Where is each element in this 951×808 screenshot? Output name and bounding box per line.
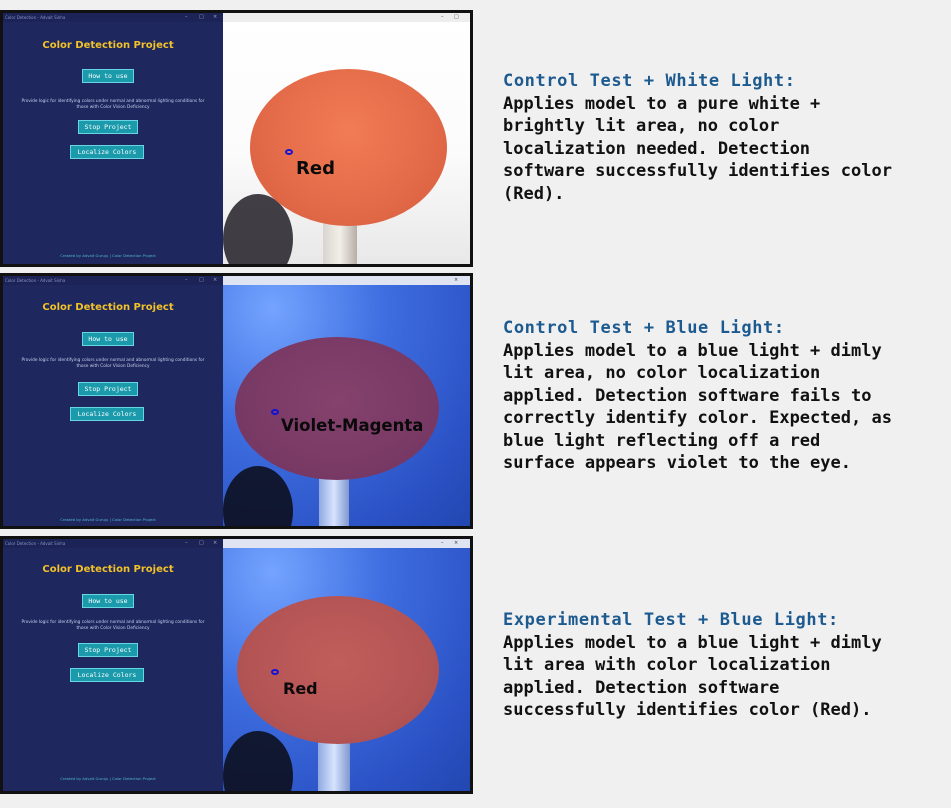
maximize-icon[interactable]: □: [199, 13, 204, 22]
body-line: software successfully identifies color: [503, 161, 892, 181]
description-blue-light-control: Control Test + Blue Light: Applies model…: [503, 317, 943, 475]
camera-feed: Red: [223, 22, 470, 264]
camera-titlebar: ×: [223, 276, 470, 285]
screenshot-blue-light-experimental: Color Detection - Advait Sinha – □ × Col…: [0, 536, 473, 794]
body-line: Applies model to a blue light + dimly: [503, 632, 882, 653]
red-paddle: [235, 337, 439, 480]
screenshot-blue-light-control: Color Detection - Advait Sinha – □ × Col…: [0, 273, 473, 529]
detected-color-label: Violet-Magenta: [281, 416, 424, 435]
app-panel: Color Detection - Advait Sinha – □ × Col…: [3, 539, 223, 791]
camera-feed: Violet-Magenta: [223, 285, 470, 526]
app-titlebar: Color Detection - Advait Sinha – □ ×: [3, 539, 223, 548]
target-marker: [271, 669, 279, 675]
camera-feed: Red: [223, 548, 470, 791]
minimize-icon[interactable]: –: [441, 13, 444, 22]
project-description: Provide logic for identifying colors und…: [21, 99, 205, 110]
description-blue-light-experimental: Experimental Test + Blue Light: Applies …: [503, 609, 943, 722]
close-icon[interactable]: ×: [213, 539, 217, 548]
localize-colors-button[interactable]: Localize Colors: [70, 668, 144, 682]
camera-titlebar: – □: [223, 13, 470, 22]
red-paddle: [250, 69, 447, 226]
body-line: (Red).: [503, 183, 565, 204]
body-line: blue light reflecting off a red: [503, 430, 821, 451]
screenshot-white-light: Color Detection - Advait Sinha – □ × Col…: [0, 10, 473, 267]
project-description: Provide logic for identifying colors und…: [21, 358, 205, 369]
heading-control-white: Control Test + White Light:: [503, 71, 796, 91]
background-shadow: [223, 466, 293, 526]
project-title: Color Detection Project: [42, 302, 174, 313]
minimize-icon[interactable]: –: [185, 276, 188, 285]
localize-colors-button[interactable]: Localize Colors: [70, 407, 144, 421]
body-line: surface appears violet to the eye.: [503, 453, 851, 473]
credit-text: Created by Advait Guruju | Color Detecti…: [60, 517, 156, 522]
maximize-icon[interactable]: □: [199, 539, 204, 548]
body-line: applied. Detection software: [503, 677, 780, 698]
how-to-use-button[interactable]: How to use: [82, 594, 134, 608]
red-paddle: [237, 596, 439, 744]
app-titlebar: Color Detection - Advait Sinha – □ ×: [3, 13, 223, 22]
app-panel: Color Detection - Advait Sinha – □ × Col…: [3, 13, 223, 264]
close-icon[interactable]: ×: [213, 13, 217, 22]
close-icon[interactable]: ×: [454, 276, 458, 285]
window-title: Color Detection - Advait Sinha: [5, 15, 66, 20]
project-description: Provide logic for identifying colors und…: [21, 620, 205, 631]
how-to-use-button[interactable]: How to use: [82, 332, 134, 346]
credit-text: Created by Advait Guruju | Color Detecti…: [60, 253, 156, 258]
stop-project-button[interactable]: Stop Project: [78, 643, 138, 657]
camera-titlebar: – ×: [223, 539, 470, 548]
stop-project-button[interactable]: Stop Project: [78, 382, 138, 396]
app-panel: Color Detection - Advait Sinha – □ × Col…: [3, 276, 223, 526]
body-line: Applies model to a blue light + dimly: [503, 340, 882, 361]
credit-text: Created by Advait Guruju | Color Detecti…: [60, 776, 156, 781]
how-to-use-button[interactable]: How to use: [82, 69, 134, 83]
target-marker: [285, 149, 293, 155]
localize-colors-button[interactable]: Localize Colors: [70, 145, 144, 159]
detected-color-label: Red: [283, 679, 318, 698]
body-line: lit area with color localization: [503, 655, 831, 675]
window-title: Color Detection - Advait Sinha: [5, 278, 66, 283]
window-title: Color Detection - Advait Sinha: [5, 541, 66, 546]
body-line: successfully identifies color (Red).: [503, 700, 872, 720]
background-shadow: [223, 731, 293, 791]
maximize-icon[interactable]: □: [199, 276, 204, 285]
target-marker: [271, 409, 279, 415]
detected-color-label: Red: [296, 158, 335, 179]
close-icon[interactable]: ×: [454, 539, 458, 548]
heading-control-blue: Control Test + Blue Light:: [503, 318, 785, 338]
body-line: lit area, no color localization: [503, 363, 821, 383]
close-icon[interactable]: ×: [213, 276, 217, 285]
minimize-icon[interactable]: –: [185, 13, 188, 22]
description-white-light: Control Test + White Light: Applies mode…: [503, 70, 943, 205]
body-line: Applies model to a pure white +: [503, 93, 821, 114]
heading-experimental-blue: Experimental Test + Blue Light:: [503, 610, 839, 630]
minimize-icon[interactable]: –: [441, 539, 444, 548]
maximize-icon[interactable]: □: [454, 13, 459, 22]
project-title: Color Detection Project: [42, 40, 174, 51]
body-line: applied. Detection software fails to: [503, 385, 872, 406]
body-line: correctly identify color. Expected, as: [503, 408, 892, 428]
project-title: Color Detection Project: [42, 564, 174, 575]
body-line: brightly lit area, no color: [503, 116, 780, 136]
stop-project-button[interactable]: Stop Project: [78, 120, 138, 134]
app-titlebar: Color Detection - Advait Sinha – □ ×: [3, 276, 223, 285]
body-line: localization needed. Detection: [503, 138, 811, 159]
minimize-icon[interactable]: –: [185, 539, 188, 548]
